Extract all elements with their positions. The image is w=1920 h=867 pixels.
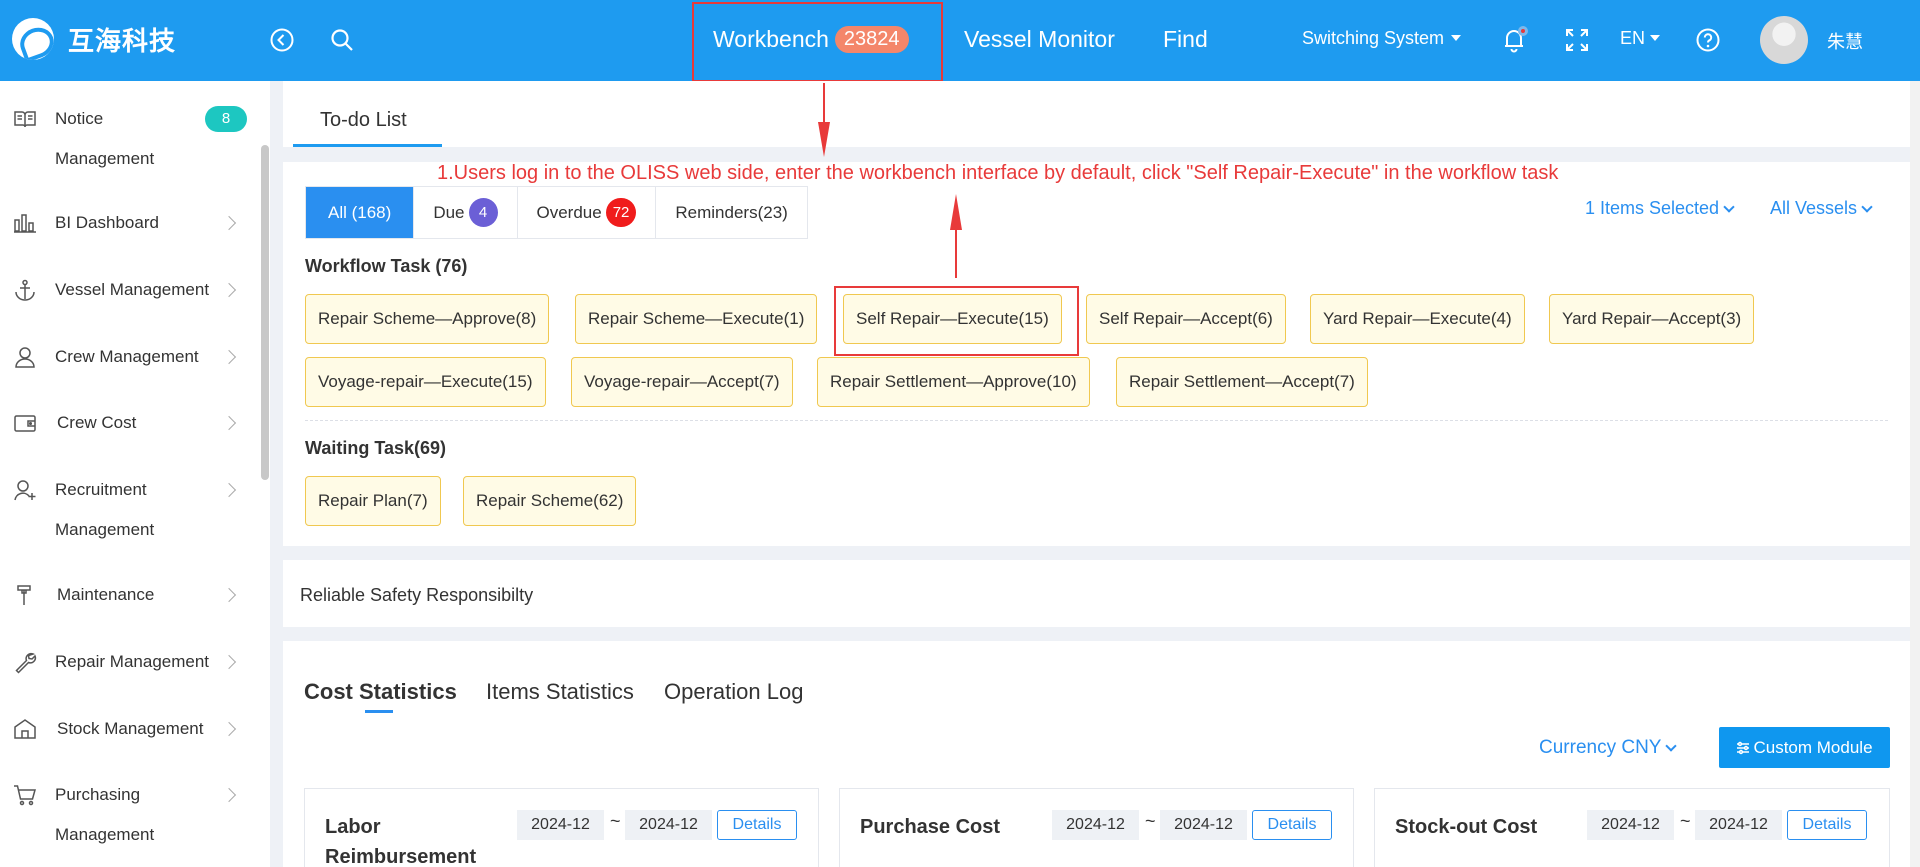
cost-card-labor-reimbursement: Labor Reimbursement 2024-12 ~ 2024-12 De… — [304, 788, 819, 867]
workflow-task-title: Workflow Task (76) — [305, 256, 468, 276]
date-from-input[interactable]: 2024-12 — [1052, 810, 1139, 840]
date-separator: ~ — [1145, 811, 1156, 831]
section-divider — [305, 420, 1888, 421]
chevron-down-icon — [1723, 201, 1735, 213]
custom-module-button[interactable]: Custom Module — [1719, 727, 1890, 768]
currency-dropdown[interactable]: Currency CNY — [1539, 737, 1678, 759]
filter-tab-due-label: Due — [433, 203, 465, 222]
stat-tab-active-indicator — [365, 710, 393, 713]
date-from-input[interactable]: 2024-12 — [1587, 810, 1674, 840]
chevron-down-icon — [1665, 740, 1678, 752]
date-to-input[interactable]: 2024-12 — [1160, 810, 1247, 840]
cost-card-purchase-cost: Purchase Cost 2024-12 ~ 2024-12 Details — [839, 788, 1354, 867]
waiting-task-chip[interactable]: Repair Scheme(62) — [463, 476, 637, 526]
cost-card-stock-out-cost: Stock-out Cost 2024-12 ~ 2024-12 Details — [1374, 788, 1890, 867]
custom-module-label: Custom Module — [1753, 738, 1873, 757]
details-button[interactable]: Details — [717, 810, 797, 840]
arrow-head-up — [950, 194, 962, 230]
date-separator: ~ — [1680, 811, 1691, 831]
details-button[interactable]: Details — [1252, 810, 1332, 840]
chevron-down-icon — [1861, 201, 1873, 213]
filter-tab-overdue-label: Overdue — [536, 203, 602, 222]
waiting-task-chip[interactable]: Repair Plan(7) — [305, 476, 441, 526]
waiting-task-title: Waiting Task(69) — [305, 438, 447, 458]
filter-tab-reminders[interactable]: Reminders(23) — [656, 187, 806, 238]
tab-items-statistics[interactable]: Items Statistics — [486, 679, 634, 705]
workflow-task-chip[interactable]: Repair Scheme—Approve(8) — [305, 294, 550, 344]
tab-operation-log[interactable]: Operation Log — [664, 679, 803, 705]
workflow-task-chip[interactable]: Yard Repair—Accept(3) — [1549, 294, 1755, 344]
tab-cost-statistics[interactable]: Cost Statistics — [304, 679, 457, 705]
overdue-count-badge: 72 — [605, 198, 637, 227]
filter-tab-all[interactable]: All (168) — [306, 187, 415, 238]
filter-tab-due[interactable]: Due 4 — [414, 187, 518, 238]
card-title: Labor Reimbursement — [325, 816, 477, 867]
card-title: Stock-out Cost — [1395, 816, 1538, 838]
due-count-badge: 4 — [468, 198, 498, 227]
date-separator: ~ — [610, 811, 621, 831]
date-to-input[interactable]: 2024-12 — [1695, 810, 1782, 840]
workflow-task-chip[interactable]: Yard Repair—Execute(4) — [1310, 294, 1525, 344]
filter-tabs: All (168) Due 4 Overdue 72 Reminders(23) — [305, 186, 808, 239]
workflow-task-chip[interactable]: Repair Settlement—Approve(10) — [817, 357, 1090, 407]
page-scrollbar[interactable] — [1910, 81, 1920, 867]
date-from-input[interactable]: 2024-12 — [517, 810, 604, 840]
sliders-icon — [1736, 729, 1750, 770]
items-selected-dropdown[interactable]: 1 Items Selected — [1585, 198, 1735, 219]
items-selected-label: 1 Items Selected — [1585, 198, 1720, 218]
reliable-safety-label: Reliable Safety Responsibilty — [300, 585, 534, 605]
filter-tab-overdue[interactable]: Overdue 72 — [518, 187, 657, 238]
currency-label: Currency CNY — [1539, 737, 1662, 758]
workflow-task-chip[interactable]: Repair Scheme—Execute(1) — [575, 294, 818, 344]
workflow-task-chip[interactable]: Self Repair—Accept(6) — [1086, 294, 1286, 344]
arrow-head-down — [818, 122, 830, 157]
self-repair-highlight-box — [834, 286, 1079, 356]
date-to-input[interactable]: 2024-12 — [625, 810, 712, 840]
all-vessels-dropdown[interactable]: All Vessels — [1770, 198, 1873, 219]
card-title: Purchase Cost — [860, 816, 1001, 838]
details-button[interactable]: Details — [1787, 810, 1867, 840]
workflow-task-chip[interactable]: Voyage-repair—Accept(7) — [571, 357, 793, 407]
all-vessels-label: All Vessels — [1770, 198, 1858, 218]
workflow-task-chip[interactable]: Repair Settlement—Accept(7) — [1116, 357, 1368, 407]
workflow-task-chip[interactable]: Voyage-repair—Execute(15) — [305, 357, 546, 407]
